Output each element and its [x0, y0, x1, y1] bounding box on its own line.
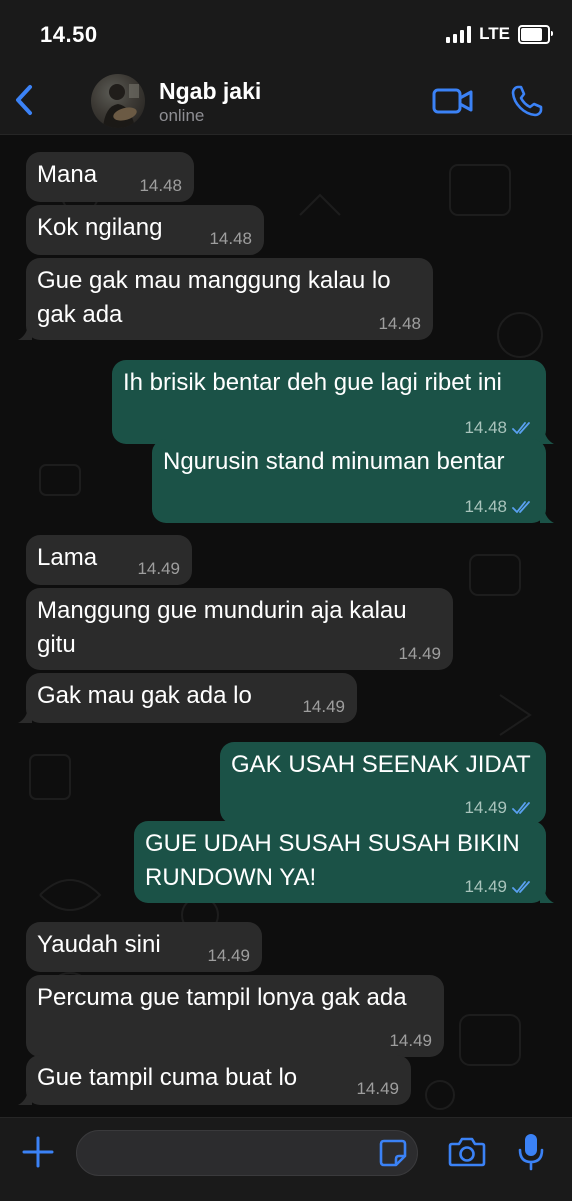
contact-status: online: [159, 106, 205, 125]
message-text: Ih brisik bentar deh gue lagi ribet ini: [123, 369, 502, 396]
bubble-tail: [18, 709, 32, 723]
signal-icon: [446, 25, 472, 43]
message-text: Ngurusin stand minuman bentar: [163, 448, 505, 475]
video-camera-icon[interactable]: [432, 86, 474, 116]
message-meta: 14.48: [209, 229, 252, 249]
message-meta: 14.48: [139, 176, 182, 196]
incoming-message[interactable]: Lama 14.49: [26, 535, 192, 585]
outgoing-message[interactable]: Ih brisik bentar deh gue lagi ribet ini 1…: [112, 360, 554, 444]
message-meta: 14.48: [378, 314, 421, 334]
message-text: Gue gak mau manggung kalau lo gak ada: [37, 267, 391, 328]
message-input[interactable]: [76, 1130, 418, 1176]
double-check-icon: [512, 422, 530, 434]
bubble-tail: [540, 430, 554, 444]
message-time: 14.49: [137, 559, 180, 578]
double-check-icon: [512, 802, 530, 814]
status-indicators: LTE: [446, 24, 553, 44]
plus-icon[interactable]: [20, 1134, 56, 1170]
double-check-icon: [512, 881, 530, 893]
message-text: Percuma gue tampil lonya gak ada: [37, 984, 407, 1011]
message-time: 14.48: [464, 418, 507, 437]
message-meta: 14.49: [398, 644, 441, 664]
message-time: 14.49: [207, 946, 250, 965]
network-label: LTE: [479, 24, 510, 43]
incoming-message[interactable]: Gue gak mau manggung kalau lo gak ada 14.…: [18, 258, 433, 340]
bubble-tail: [18, 326, 32, 340]
phone-icon[interactable]: [510, 84, 544, 118]
message-time: 14.48: [209, 229, 252, 248]
message-meta: 14.49: [137, 559, 180, 579]
message-time: 14.49: [398, 644, 441, 663]
chat-header: Ngab jaki online: [0, 72, 572, 135]
message-time: 14.49: [389, 1031, 432, 1050]
sticker-icon[interactable]: [378, 1138, 408, 1168]
avatar-photo: [103, 84, 139, 128]
message-time: 14.48: [378, 314, 421, 333]
chevron-left-icon[interactable]: [10, 80, 40, 120]
battery-icon: [518, 24, 553, 44]
status-time: 14.50: [40, 22, 98, 47]
message-text: Gue tampil cuma buat lo: [37, 1064, 298, 1091]
message-text: Manggung gue mundurin aja kalau gitu: [37, 597, 407, 658]
message-time: 14.48: [464, 497, 507, 516]
message-meta: 14.49: [464, 798, 534, 818]
double-check-icon: [512, 501, 530, 513]
incoming-message[interactable]: Kok ngilang 14.48: [26, 205, 264, 255]
message-time: 14.48: [139, 176, 182, 195]
bubble-tail: [540, 889, 554, 903]
incoming-message[interactable]: Yaudah sini 14.49: [26, 922, 262, 972]
message-time: 14.49: [464, 798, 507, 817]
incoming-message[interactable]: Mana 14.48: [26, 152, 194, 202]
bubble-tail: [540, 509, 554, 523]
incoming-message[interactable]: Manggung gue mundurin aja kalau gitu 14.4…: [26, 588, 453, 670]
message-text: Gak mau gak ada lo: [37, 682, 252, 709]
message-meta: 14.49: [389, 1031, 432, 1051]
outgoing-message[interactable]: GAK USAH SEENAK JIDAT 14.49: [220, 742, 546, 824]
microphone-icon[interactable]: [516, 1132, 546, 1172]
avatar[interactable]: [91, 74, 145, 128]
message-meta: 14.49: [302, 697, 345, 717]
message-time: 14.49: [464, 877, 507, 896]
incoming-message[interactable]: Gak mau gak ada lo 14.49: [18, 673, 357, 723]
bubble-tail: [18, 1091, 32, 1105]
contact-name[interactable]: Ngab jaki: [159, 78, 261, 105]
message-text: GAK USAH SEENAK JIDAT: [231, 751, 531, 778]
outgoing-message[interactable]: Ngurusin stand minuman bentar 14.48: [152, 439, 554, 523]
message-meta: 14.48: [464, 418, 534, 438]
message-meta: 14.48: [464, 497, 534, 517]
incoming-message[interactable]: Gue tampil cuma buat lo 14.49: [18, 1055, 411, 1105]
message-time: 14.49: [302, 697, 345, 716]
outgoing-message[interactable]: GUE UDAH SUSAH SUSAH BIKIN RUNDOWN YA! 14…: [134, 821, 554, 903]
message-meta: 14.49: [207, 946, 250, 966]
composer-bar: [0, 1117, 572, 1201]
chat-area[interactable]: Mana 14.48 Kok ngilang 14.48 Gue gak mau man…: [0, 135, 572, 1117]
message-time: 14.49: [356, 1079, 399, 1098]
incoming-message[interactable]: Percuma gue tampil lonya gak ada 14.49: [26, 975, 444, 1057]
message-meta: 14.49: [356, 1079, 399, 1099]
battery-level: [521, 27, 542, 41]
status-bar: 14.50 LTE: [0, 0, 572, 72]
message-meta: 14.49: [464, 877, 534, 897]
camera-icon[interactable]: [448, 1135, 486, 1169]
